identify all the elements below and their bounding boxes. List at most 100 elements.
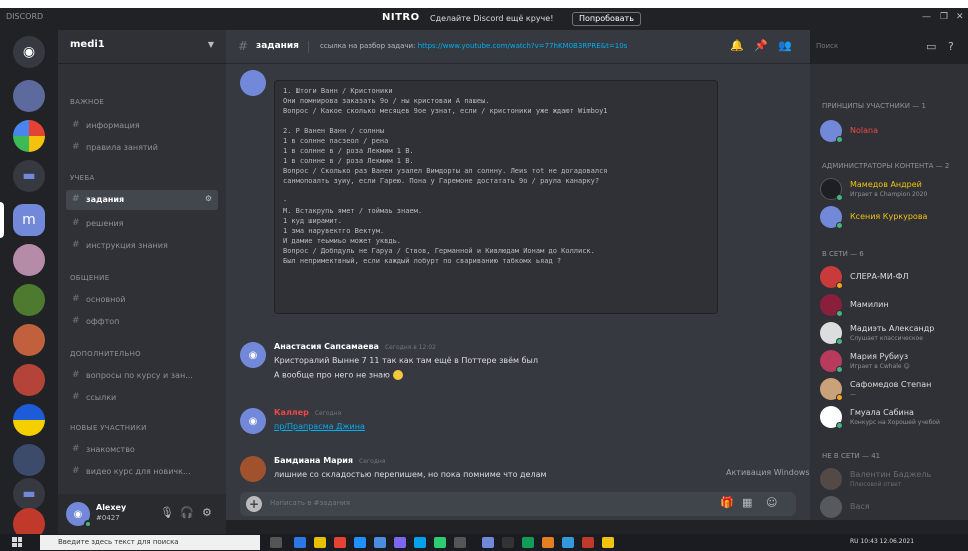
taskbar-app-icon[interactable] (394, 537, 406, 548)
channel-4-1[interactable]: # видео курс для новичк... (66, 462, 218, 482)
gif-icon[interactable]: ▦ (742, 496, 752, 509)
taskbar-app-icon[interactable] (294, 537, 306, 548)
windows-start-icon[interactable] (12, 537, 22, 547)
channel-3-1[interactable]: # ссылки (66, 388, 218, 408)
headphones-icon[interactable]: 🎧 (180, 506, 194, 519)
member-item[interactable]: Сафомедов Степан — (820, 376, 964, 402)
category-2[interactable]: общение (70, 274, 109, 282)
server-header[interactable]: medi1 ▼ (58, 30, 226, 64)
app-title: DISCORD (6, 12, 44, 21)
add-attachment-icon[interactable]: + (246, 496, 262, 512)
server-icon-2[interactable] (13, 120, 45, 152)
channel-selected[interactable]: # задания ⚙ (66, 190, 218, 210)
server-icon-4[interactable] (13, 244, 45, 276)
member-item[interactable]: Мамедов Андрей Играет в Сhampion 2020 (820, 176, 964, 202)
taskbar-search-input[interactable]: Введите здесь текст для поиска (40, 535, 260, 550)
server-icon-9[interactable] (13, 444, 45, 476)
settings-gear-icon[interactable]: ⚙ (205, 194, 212, 203)
minimize-icon[interactable]: — (922, 12, 931, 22)
server-icon-7[interactable] (13, 364, 45, 396)
message-composer[interactable]: + Написать в #задания 🎁 ▦ ☺ (240, 492, 796, 516)
taskbar-app-icon[interactable] (374, 537, 386, 548)
channel-1-2[interactable]: # инструкция знания (66, 236, 218, 256)
message-author[interactable]: Каллер Сегодня (274, 408, 341, 417)
taskbar-app-icon[interactable] (454, 537, 466, 548)
emoji-picker-icon[interactable]: ☺ (766, 496, 777, 509)
maximize-icon[interactable]: ❐ (940, 12, 948, 22)
channel-2-1[interactable]: # оффтоп (66, 312, 218, 332)
member-name: Мадиэть Александр (850, 324, 935, 333)
inbox-icon[interactable]: ▭ (926, 40, 936, 53)
member-item[interactable]: Валентин Баджель Плюсовой ответ (820, 466, 964, 492)
channel-2-0[interactable]: # основной (66, 290, 218, 310)
member-item[interactable]: Вася (820, 494, 964, 520)
search-input[interactable]: Поиск (810, 37, 910, 57)
gear-icon[interactable]: ⚙ (202, 506, 212, 519)
taskbar-app-icon[interactable] (502, 537, 514, 548)
taskbar-app-icon[interactable] (522, 537, 534, 548)
home-button[interactable]: ◉ (13, 36, 45, 68)
category-3[interactable]: дополнительно (70, 350, 141, 358)
message-timestamp: Сегодня (359, 458, 386, 465)
message-author[interactable]: Бамдиана Мария Сегодня (274, 456, 385, 465)
category-0[interactable]: важное (70, 98, 104, 106)
message-author[interactable]: Анастасия Сапсамаева Сегодня в 12:02 (274, 342, 436, 351)
pin-icon[interactable]: 📌 (754, 39, 768, 52)
windows-activation-overlay: Активация Windows (726, 468, 810, 477)
taskbar-app-icon[interactable] (314, 537, 326, 548)
category-1[interactable]: учеба (70, 174, 95, 182)
taskbar-app-icon[interactable] (542, 537, 554, 548)
member-name: Nolana (850, 126, 878, 135)
channel-0-1[interactable]: # правила занятий (66, 138, 218, 158)
taskbar-app-icon[interactable] (582, 537, 594, 548)
channel-4-0[interactable]: # знакомство (66, 440, 218, 460)
member-item[interactable]: Мамилин (820, 292, 964, 318)
status-dot (836, 394, 843, 401)
bell-icon[interactable]: 🔔 (730, 39, 744, 52)
channel-3-0[interactable]: # вопросы по курсу и зан... (66, 366, 218, 386)
server-icon-6[interactable] (13, 324, 45, 356)
channel-0-0[interactable]: # информация (66, 116, 218, 136)
message-input[interactable]: Написать в #задания (270, 499, 350, 507)
member-item[interactable]: Nolana (820, 118, 964, 144)
message-link[interactable]: пр/Прапрасма Джина (274, 422, 365, 431)
folder-icon[interactable]: ▬ (13, 160, 45, 192)
microphone-icon[interactable]: 🎙 (160, 506, 174, 519)
server-icon-8[interactable] (13, 404, 45, 436)
try-nitro-button[interactable]: Попробовать (572, 12, 641, 26)
server-icon-5[interactable] (13, 284, 45, 316)
folder-icon-2[interactable]: ▬ (13, 478, 45, 510)
avatar[interactable] (240, 456, 266, 482)
avatar[interactable]: ◉ (240, 408, 266, 434)
system-tray[interactable]: RU 10:43 12.06.2021 (850, 538, 914, 545)
taskbar-app-icon[interactable] (434, 537, 446, 548)
discord-taskbar-icon[interactable] (482, 537, 494, 548)
avatar[interactable] (240, 70, 266, 96)
member-item[interactable]: Гмуала Сабина Конкурс на Хорошей учебой (820, 404, 964, 430)
member-item[interactable]: Мария Рубиуз Играет в Сwhale ☺ (820, 348, 964, 374)
topic-link[interactable]: https://www.youtube.com/watch?v=77hKM0B3… (418, 42, 628, 50)
avatar (820, 468, 842, 490)
nitro-logo: NITRO (382, 12, 420, 23)
task-view-icon[interactable] (270, 537, 282, 548)
hash-icon: # (72, 120, 80, 130)
member-item[interactable]: Ксения Куркурова (820, 204, 964, 230)
taskbar-app-icon[interactable] (414, 537, 426, 548)
taskbar-app-icon[interactable] (334, 537, 346, 548)
help-icon[interactable]: ? (948, 40, 954, 53)
member-item[interactable]: СЛЕРА-МИ-ФЛ (820, 264, 964, 290)
avatar[interactable]: ◉ (240, 342, 266, 368)
taskbar-app-icon[interactable] (602, 537, 614, 548)
close-icon[interactable]: ✕ (956, 12, 964, 22)
server-icon-1[interactable] (13, 80, 45, 112)
gift-icon[interactable]: 🎁 (720, 496, 734, 509)
taskbar-app-icon[interactable] (354, 537, 366, 548)
member-item[interactable]: Мадиэть Александр Слушает классическое (820, 320, 964, 346)
channel-1-1[interactable]: # решения (66, 214, 218, 234)
server-icon-medi1[interactable]: m (13, 204, 45, 236)
category-4[interactable]: новые участники (70, 424, 147, 432)
taskbar-app-icon[interactable] (562, 537, 574, 548)
hash-icon: # (72, 294, 80, 304)
user-tag: #0427 (96, 514, 120, 522)
members-icon[interactable]: 👥 (778, 39, 792, 52)
